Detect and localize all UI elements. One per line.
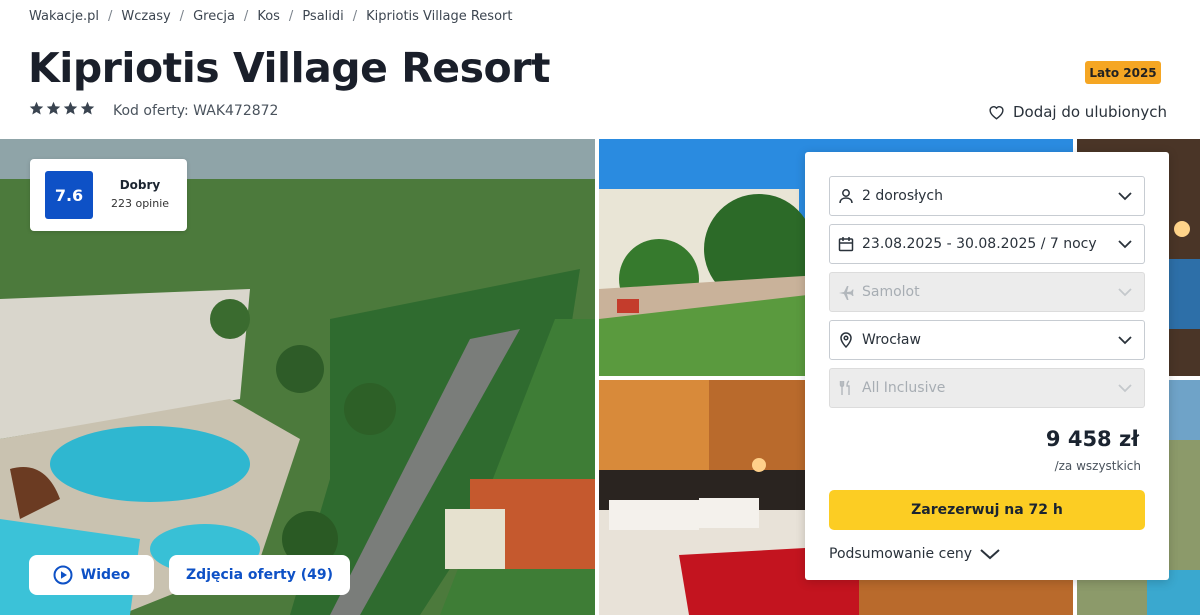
play-icon [53, 565, 73, 585]
plane-icon [839, 286, 854, 300]
breadcrumb-separator: / [352, 9, 358, 24]
booking-panel: 2 dorosłych 23.08.2025 - 30.08.2025 / 7 … [805, 152, 1169, 580]
travelers-select[interactable]: 2 dorosłych [829, 176, 1145, 216]
transport-value: Samolot [862, 284, 920, 300]
chevron-down-icon [1118, 240, 1132, 249]
departure-select[interactable]: Wrocław [829, 320, 1145, 360]
departure-value: Wrocław [862, 332, 921, 348]
board-value: All Inclusive [862, 380, 946, 396]
heart-icon [989, 106, 1004, 120]
breadcrumb-item-hotel[interactable]: Kipriotis Village Resort [366, 9, 512, 24]
breadcrumb-item-wczasy[interactable]: Wczasy [121, 9, 170, 24]
page-title: Kipriotis Village Resort [28, 44, 550, 92]
chevron-down-icon [1118, 192, 1132, 201]
favorites-label: Dodaj do ulubionych [1012, 103, 1167, 121]
star-icon [29, 101, 44, 115]
price-summary-label: Podsumowanie ceny [829, 546, 973, 562]
board-select: All Inclusive [829, 368, 1145, 408]
user-icon [839, 189, 853, 204]
offer-code: Kod oferty: WAK472872 [113, 103, 279, 119]
chevron-down-icon [980, 549, 1000, 560]
dates-value: 23.08.2025 - 30.08.2025 / 7 nocy [862, 236, 1097, 252]
breadcrumb: Wakacje.pl / Wczasy / Grecja / Kos / Psa… [29, 9, 512, 24]
dates-select[interactable]: 23.08.2025 - 30.08.2025 / 7 nocy [829, 224, 1145, 264]
meal-icon [839, 380, 850, 395]
reserve-button[interactable]: Zarezerwuj na 72 h [829, 490, 1145, 530]
breadcrumb-separator: / [243, 9, 249, 24]
chevron-down-icon [1118, 336, 1132, 345]
star-icon [46, 101, 61, 115]
total-price: 9 458 zł [1045, 427, 1139, 451]
travelers-value: 2 dorosłych [862, 188, 943, 204]
location-pin-icon [840, 332, 852, 348]
breadcrumb-item-grecja[interactable]: Grecja [193, 9, 235, 24]
video-button[interactable]: Wideo [29, 555, 154, 595]
breadcrumb-item-kos[interactable]: Kos [257, 9, 280, 24]
star-icon [63, 101, 78, 115]
breadcrumb-item-psalidi[interactable]: Psalidi [302, 9, 343, 24]
chevron-down-icon [1118, 288, 1132, 297]
rating-count: 223 opinie [110, 197, 170, 210]
breadcrumb-separator: / [108, 9, 113, 24]
photos-button[interactable]: Zdjęcia oferty (49) [169, 555, 350, 595]
rating-card[interactable]: 7.6 Dobry 223 opinie [30, 159, 187, 231]
transport-select: Samolot [829, 272, 1145, 312]
hotel-stars [29, 101, 95, 116]
rating-label: Dobry [119, 178, 161, 192]
add-to-favorites-button[interactable]: Dodaj do ulubionych [988, 103, 1167, 121]
rating-score: 7.6 [45, 171, 93, 219]
season-badge: Lato 2025 [1085, 61, 1161, 84]
breadcrumb-separator: / [288, 9, 294, 24]
video-label: Wideo [80, 567, 131, 583]
calendar-icon [838, 237, 854, 252]
breadcrumb-item-wakacje[interactable]: Wakacje.pl [29, 9, 99, 24]
chevron-down-icon [1118, 384, 1132, 393]
price-note: /za wszystkich [1054, 459, 1141, 473]
star-icon [80, 101, 95, 115]
price-summary-toggle[interactable]: Podsumowanie ceny [829, 546, 1000, 562]
breadcrumb-separator: / [179, 9, 185, 24]
